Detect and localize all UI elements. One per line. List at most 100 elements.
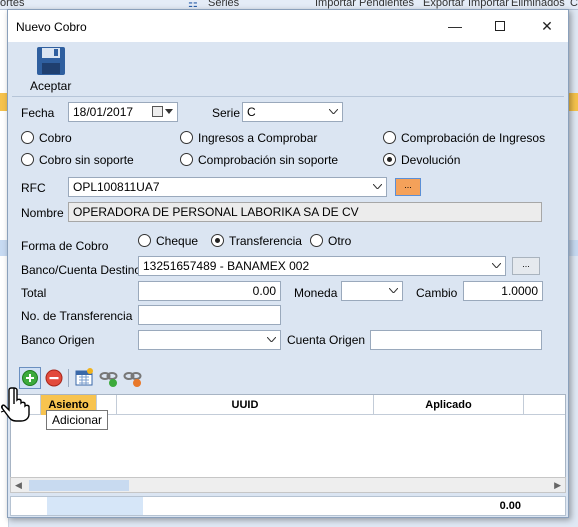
- cambio-field[interactable]: 1.0000: [463, 281, 543, 301]
- radio-transferencia[interactable]: Transferencia: [211, 234, 302, 248]
- radio-dot-comprobacion-sin-soporte: [180, 153, 193, 166]
- rfc-value: OPL100811UA7: [73, 180, 160, 194]
- nuevo-cobro-dialog: Nuevo Cobro — ✕ Aceptar Fecha 18/01/2017…: [7, 9, 569, 518]
- radio-devolucion[interactable]: Devolución: [383, 153, 460, 167]
- serie-label: Serie: [212, 106, 241, 120]
- rfc-combobox[interactable]: OPL100811UA7: [68, 177, 387, 197]
- radio-cobro-sin-soporte[interactable]: Cobro sin soporte: [21, 153, 134, 167]
- scroll-thumb[interactable]: [29, 480, 129, 491]
- nombre-field[interactable]: OPERADORA DE PERSONAL LABORIKA SA DE CV: [68, 202, 542, 222]
- grid-footer: 0.00: [10, 496, 566, 516]
- radio-ingresos[interactable]: Ingresos a Comprobar: [180, 131, 317, 145]
- cambio-label: Cambio: [416, 286, 458, 300]
- link-remove-icon[interactable]: [122, 367, 144, 389]
- remove-icon[interactable]: [43, 367, 65, 389]
- bg-header-strip-right: [569, 93, 578, 111]
- moneda-select[interactable]: [341, 281, 403, 301]
- chevron-down-icon: [389, 282, 398, 293]
- radio-cobro-sin-soporte-label: Cobro sin soporte: [39, 153, 134, 167]
- chevron-down-icon: [329, 103, 338, 114]
- close-button[interactable]: ✕: [532, 16, 562, 36]
- footer-total: 0.00: [499, 500, 521, 512]
- link-add-icon[interactable]: [98, 367, 120, 389]
- serie-value: C: [247, 105, 256, 119]
- toolbar: Aceptar: [8, 42, 568, 94]
- toolbar-separator: [12, 96, 564, 97]
- bg-label-importar: Importar: [468, 0, 509, 9]
- scroll-left-arrow-icon[interactable]: ◀: [15, 480, 22, 491]
- radio-devolucion-label: Devolución: [401, 153, 461, 167]
- radio-transferencia-label: Transferencia: [229, 234, 302, 248]
- radio-dot-transferencia-selected: [211, 234, 224, 247]
- grid-toolbar: [16, 367, 216, 393]
- chevron-down-icon: [267, 331, 276, 342]
- radio-dot-cheque: [138, 234, 151, 247]
- calendar-icon[interactable]: [152, 106, 163, 117]
- chevron-down-icon: [373, 178, 382, 189]
- aceptar-button[interactable]: Aceptar: [16, 42, 72, 94]
- radio-cobro-label: Cobro: [39, 131, 72, 145]
- save-disk-icon: [37, 47, 65, 75]
- hand-cursor-icon: [0, 387, 30, 422]
- bg-label-c: C: [570, 0, 578, 9]
- cuenta-origen-label: Cuenta Origen: [287, 333, 366, 347]
- cuenta-origen-field[interactable]: [370, 330, 542, 350]
- bg-label-series: Series: [208, 0, 240, 9]
- data-grid[interactable]: Asiento UUID Aplicado: [10, 394, 566, 490]
- table-calendar-icon[interactable]: [73, 367, 95, 389]
- serie-select[interactable]: C: [242, 102, 343, 122]
- radio-comprobacion-sin-soporte-label: Comprobación sin soporte: [198, 153, 339, 167]
- dialog-title: Nuevo Cobro: [16, 20, 87, 34]
- radio-dot-ingresos: [180, 131, 193, 144]
- radio-dot-comprobacion-ingresos: [383, 131, 396, 144]
- bg-label-eliminados: Eliminados: [511, 0, 565, 9]
- total-field[interactable]: 0.00: [138, 281, 281, 301]
- nombre-value: OPERADORA DE PERSONAL LABORIKA SA DE CV: [73, 205, 359, 219]
- col-header-uuid[interactable]: UUID: [117, 395, 374, 415]
- radio-cheque[interactable]: Cheque: [138, 234, 198, 248]
- bg-selected-row-right: [569, 240, 578, 256]
- col-header-aplicado[interactable]: Aplicado: [374, 395, 524, 415]
- fecha-datepicker[interactable]: 18/01/2017: [68, 102, 178, 122]
- chevron-down-icon[interactable]: [165, 103, 173, 114]
- maximize-icon: [495, 21, 505, 31]
- banco-origen-label: Banco Origen: [21, 333, 95, 347]
- radio-comprobacion-ingresos[interactable]: Comprobación de Ingresos: [383, 131, 545, 145]
- radio-dot-cobro-sin-soporte: [21, 153, 34, 166]
- bg-label-importar-pendientes: Importar Pendientes: [315, 0, 415, 9]
- rfc-browse-button[interactable]: ...: [395, 178, 421, 196]
- radio-cobro[interactable]: Cobro: [21, 131, 72, 145]
- bg-label-reportes: ortes: [0, 0, 25, 9]
- total-label: Total: [21, 286, 47, 300]
- radio-otro[interactable]: Otro: [310, 234, 351, 248]
- toolbar-divider: [68, 369, 69, 387]
- forma-cobro-label: Forma de Cobro: [21, 239, 109, 253]
- radio-comprobacion-sin-soporte[interactable]: Comprobación sin soporte: [180, 153, 338, 167]
- radio-dot-otro: [310, 234, 323, 247]
- footer-cell-asiento: [47, 497, 143, 515]
- scroll-right-arrow-icon[interactable]: ▶: [554, 480, 561, 491]
- transferencia-label: No. de Transferencia: [21, 309, 133, 323]
- title-bar: Nuevo Cobro — ✕: [8, 10, 568, 42]
- bg-label-exportar: Exportar: [423, 0, 465, 9]
- nombre-label: Nombre: [21, 206, 64, 220]
- rfc-label: RFC: [21, 181, 46, 195]
- aceptar-label: Aceptar: [30, 79, 72, 93]
- banco-destino-value: 13251657489 - BANAMEX 002: [143, 259, 310, 273]
- maximize-button[interactable]: [485, 16, 515, 36]
- banco-destino-combobox[interactable]: 13251657489 - BANAMEX 002: [138, 256, 506, 276]
- radio-ingresos-label: Ingresos a Comprobar: [198, 131, 318, 145]
- minimize-button[interactable]: —: [440, 16, 470, 36]
- horizontal-scrollbar[interactable]: ◀ ▶: [10, 477, 566, 493]
- banco-destino-label: Banco/Cuenta Destino: [21, 263, 142, 277]
- transferencia-field[interactable]: [138, 305, 281, 325]
- banco-origen-select[interactable]: [138, 330, 281, 350]
- adicionar-tooltip: Adicionar: [46, 410, 109, 430]
- moneda-label: Moneda: [294, 286, 338, 300]
- chevron-down-icon: [492, 257, 501, 268]
- radio-comprobacion-ingresos-label: Comprobación de Ingresos: [401, 131, 546, 145]
- fecha-label: Fecha: [21, 106, 55, 120]
- radio-otro-label: Otro: [328, 234, 352, 248]
- banco-destino-browse-button[interactable]: ...: [512, 257, 540, 275]
- fecha-value: 18/01/2017: [73, 105, 134, 119]
